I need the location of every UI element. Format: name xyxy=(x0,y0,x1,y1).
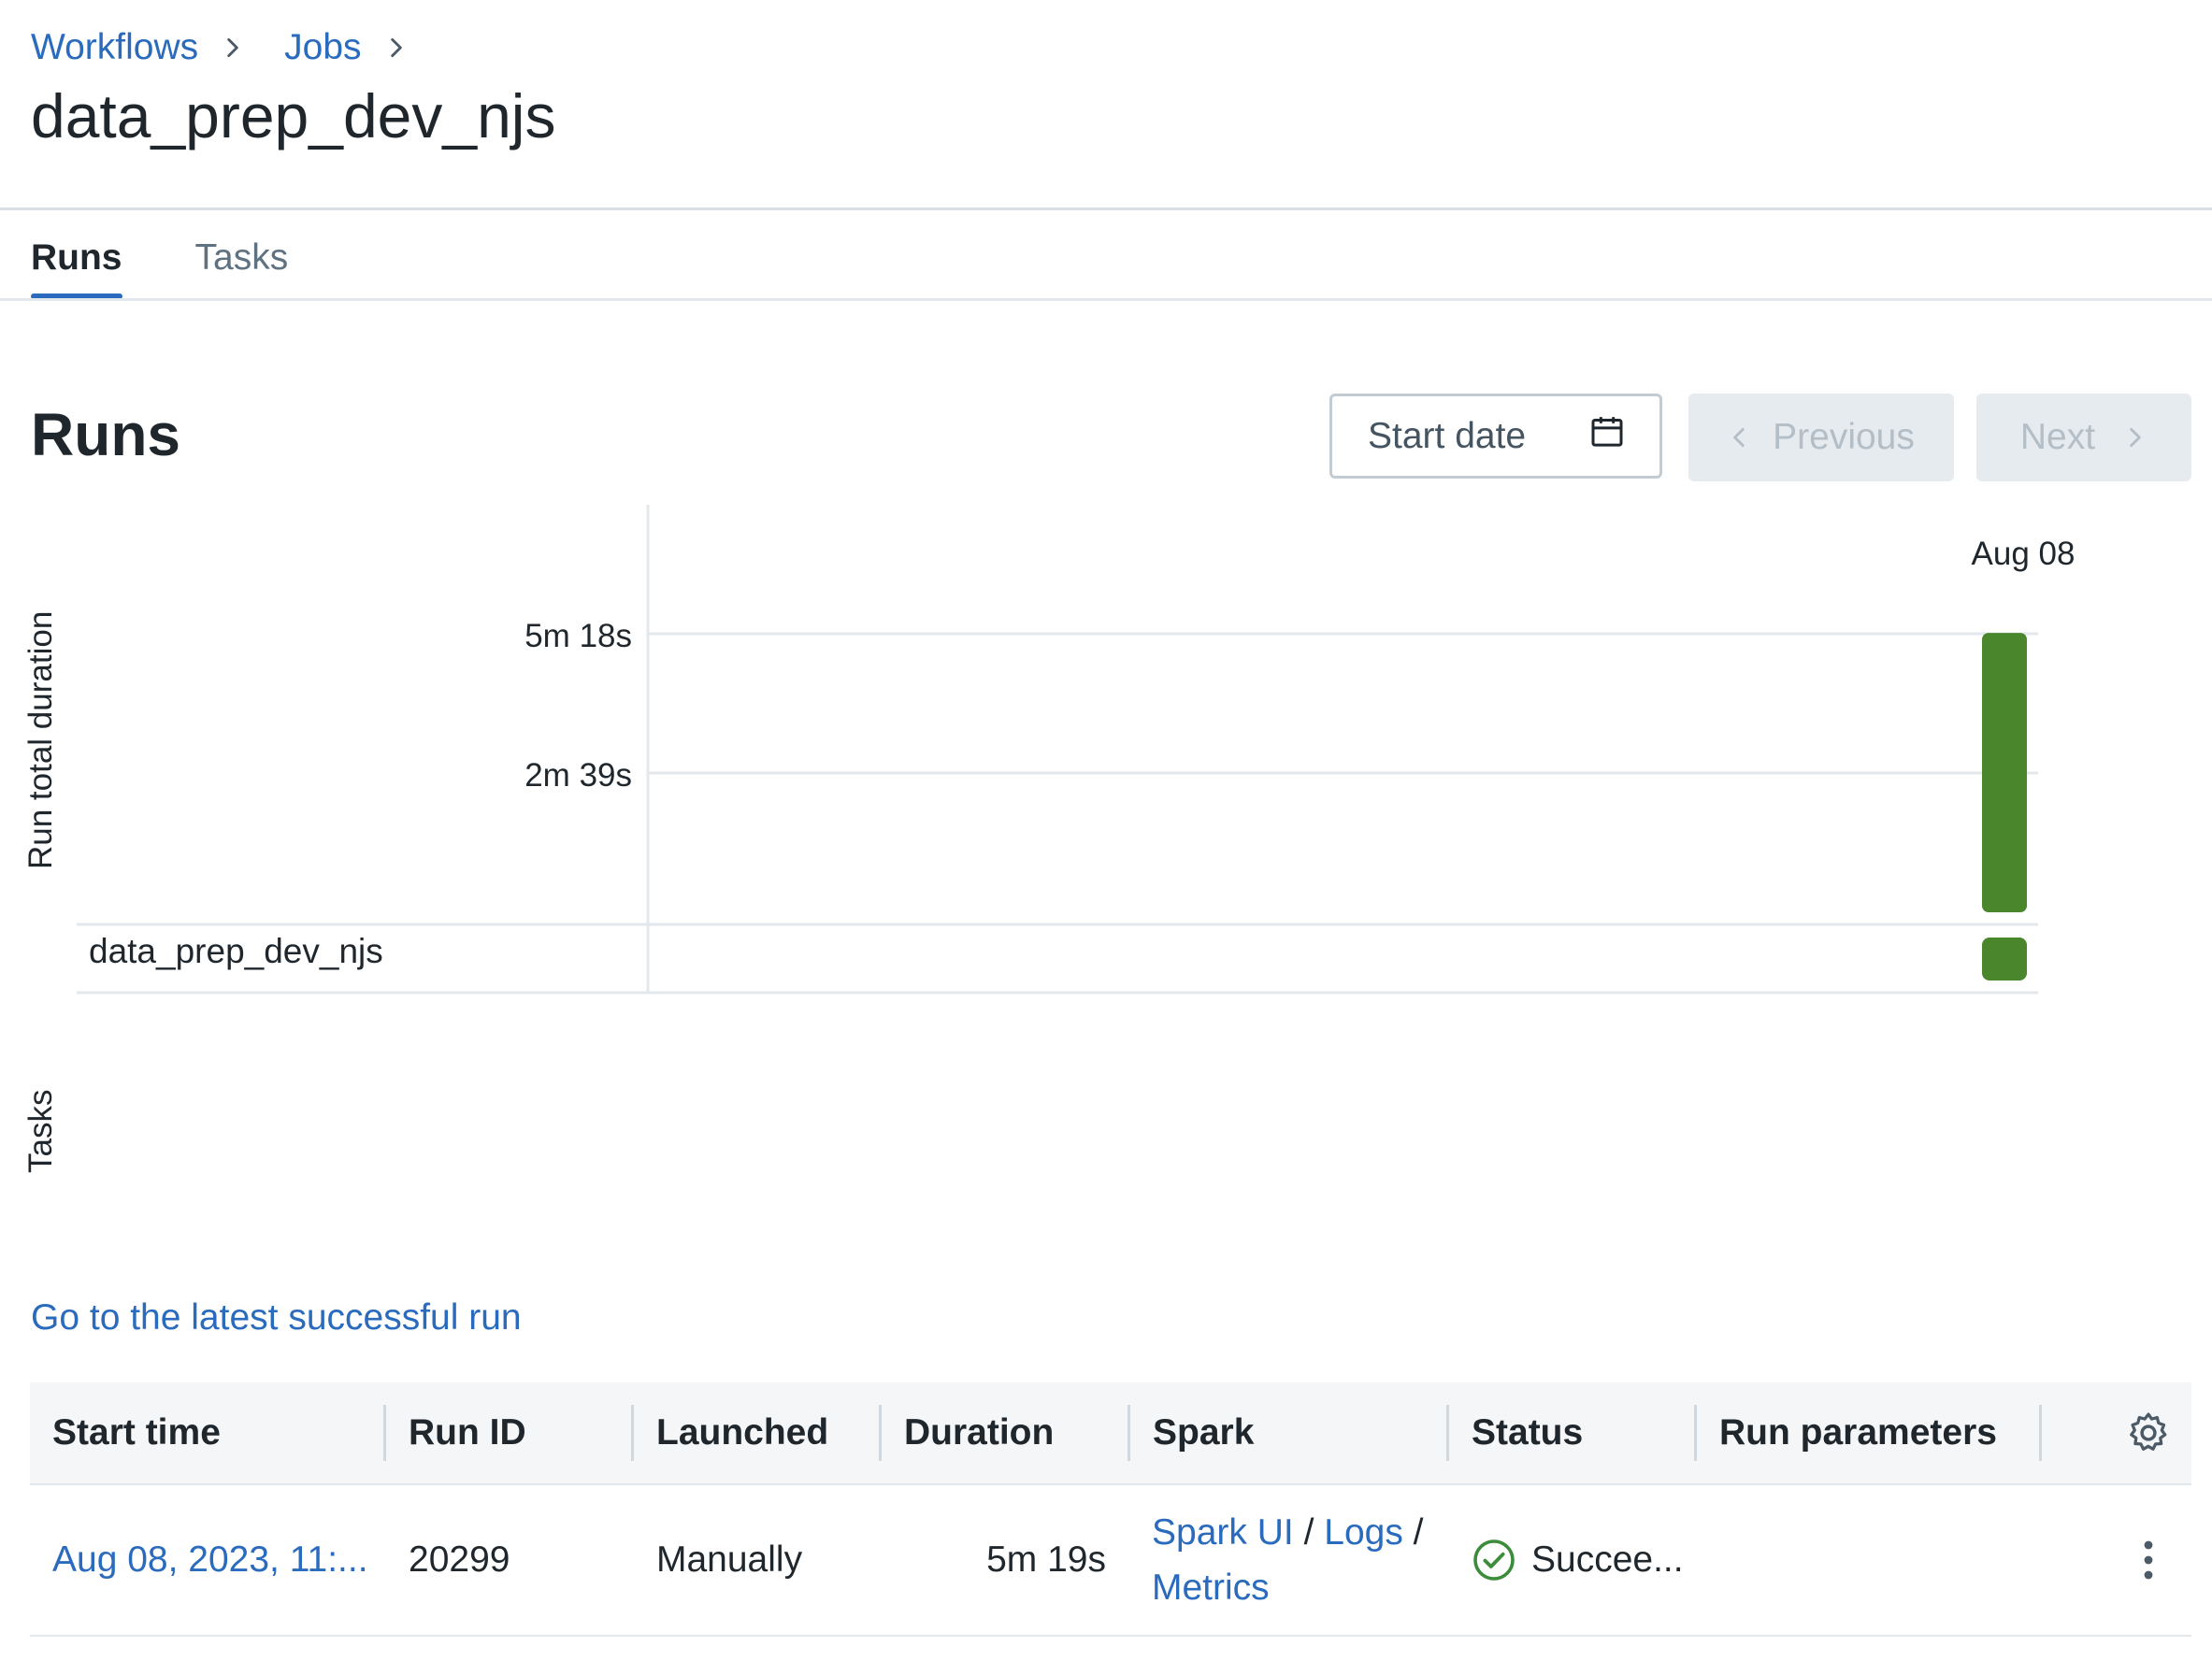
runs-chart-svg: Run total duration Tasks data_prep_dev_n… xyxy=(22,505,2076,1173)
run-duration-bar[interactable] xyxy=(1982,633,2027,912)
breadcrumb-workflows-link[interactable]: Workflows xyxy=(31,27,198,68)
chevron-right-icon xyxy=(219,34,247,62)
start-time-text[interactable]: Aug 08, 2023, 11:... xyxy=(52,1539,368,1581)
check-circle-icon xyxy=(1472,1538,1516,1582)
breadcrumb: Workflows Jobs xyxy=(31,24,448,71)
header-divider xyxy=(0,208,2212,210)
calendar-icon xyxy=(1588,413,1626,460)
chevron-right-icon xyxy=(382,34,410,62)
previous-page-button[interactable]: Previous xyxy=(1688,394,1954,481)
y-axis-label: Run total duration xyxy=(22,611,59,869)
column-header-spark[interactable]: Spark xyxy=(1130,1382,1446,1483)
start-date-picker[interactable]: Start date xyxy=(1329,394,1662,479)
run-parameters-cell xyxy=(1718,1485,2036,1635)
tab-runs[interactable]: Runs xyxy=(31,232,122,299)
launched-cell: Manually xyxy=(656,1539,803,1580)
next-page-button[interactable]: Next xyxy=(1976,394,2191,481)
separator: / xyxy=(1303,1512,1314,1553)
previous-label: Previous xyxy=(1773,417,1915,457)
runs-heading: Runs xyxy=(31,401,180,468)
y-tick-label: 5m 18s xyxy=(524,618,632,654)
chevron-left-icon xyxy=(1728,425,1752,450)
logs-link[interactable]: Logs xyxy=(1324,1512,1403,1553)
column-header-duration[interactable]: Duration xyxy=(882,1382,1128,1483)
column-header-run-parameters[interactable]: Run parameters xyxy=(1697,1382,2039,1483)
table-header: Start time Run ID Launched Duration Spar… xyxy=(30,1382,2191,1485)
y-tick-label: 2m 39s xyxy=(524,757,632,794)
column-header-run-id[interactable]: Run ID xyxy=(386,1382,631,1483)
tasks-axis-label: Tasks xyxy=(22,1090,59,1173)
spark-ui-link[interactable]: Spark UI xyxy=(1152,1512,1294,1553)
column-header-start-time[interactable]: Start time xyxy=(30,1382,383,1483)
runs-table: Start time Run ID Launched Duration Spar… xyxy=(30,1382,2191,1637)
tabs-divider xyxy=(0,298,2212,301)
duration-cell: 5m 19s xyxy=(986,1539,1106,1580)
start-date-placeholder: Start date xyxy=(1368,415,1527,456)
table-row[interactable]: Aug 08, 2023, 11:... 20299 Manually 5m 1… xyxy=(30,1485,2191,1637)
run-start-time-link[interactable]: Aug 08, 2023, 11:... xyxy=(52,1485,380,1635)
run-id-cell: 20299 xyxy=(409,1539,510,1580)
column-header-status[interactable]: Status xyxy=(1449,1382,1694,1483)
task-status-cell[interactable] xyxy=(1982,938,2027,981)
status-cell: Succee... xyxy=(1472,1485,1715,1635)
more-options-icon[interactable] xyxy=(2141,1538,2156,1582)
metrics-link[interactable]: Metrics xyxy=(1152,1568,1270,1608)
tab-tasks[interactable]: Tasks xyxy=(195,232,289,299)
next-label: Next xyxy=(2019,417,2096,457)
breadcrumb-jobs-link[interactable]: Jobs xyxy=(284,27,361,68)
chevron-right-icon xyxy=(2123,425,2147,450)
page-title: data_prep_dev_njs xyxy=(31,81,556,150)
status-text: Succee... xyxy=(1531,1539,1684,1580)
x-tick-label: Aug 08 xyxy=(1972,536,2076,572)
gear-icon[interactable] xyxy=(2124,1409,2173,1457)
column-resize-handle[interactable] xyxy=(2039,1405,2042,1461)
tab-bar: Runs Tasks xyxy=(31,232,361,299)
spark-cell: Spark UI / Logs / Metrics xyxy=(1152,1485,1442,1635)
latest-successful-run-link[interactable]: Go to the latest successful run xyxy=(31,1297,522,1339)
runs-chart: Run total duration Tasks data_prep_dev_n… xyxy=(0,495,2212,1187)
task-row-label: data_prep_dev_njs xyxy=(89,932,383,970)
column-header-launched[interactable]: Launched xyxy=(634,1382,879,1483)
separator: / xyxy=(1413,1512,1424,1553)
